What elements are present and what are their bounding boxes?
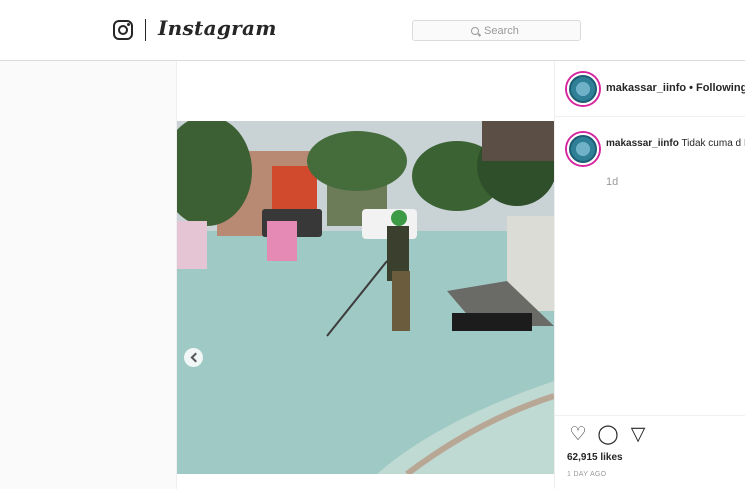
logo-divider (145, 19, 146, 41)
search-icon (471, 27, 479, 35)
search-input[interactable]: Search (412, 20, 581, 41)
instagram-wordmark[interactable]: Instagram (158, 16, 277, 40)
post-header: makassar_iinfo • Following (555, 61, 745, 117)
post-sidebar: makassar_iinfo • Following makassar_iinfo … (554, 61, 745, 489)
comment-icon[interactable]: ◯ (597, 424, 619, 446)
likes-count[interactable]: 62,915 likes (567, 452, 623, 463)
post-card: makassar_iinfo • Following makassar_iinfo … (176, 61, 745, 489)
post-photo[interactable] (177, 121, 554, 474)
username-link[interactable]: makassar_iinfo (606, 82, 686, 94)
share-icon[interactable]: ▽ (627, 424, 649, 446)
following-button[interactable]: Following (696, 82, 745, 94)
caption-timestamp[interactable]: 1d (606, 176, 618, 188)
heart-icon[interactable]: ♡ (567, 424, 589, 446)
chevron-left-icon[interactable] (184, 348, 203, 367)
top-navbar: Instagram Search (0, 0, 745, 61)
instagram-camera-icon[interactable] (113, 20, 133, 40)
caption-body: Tidak cuma d Indonesiapun bisa 😜 (681, 138, 745, 149)
caption-comment: makassar_iinfo Tidak cuma d Indonesiapun… (555, 117, 745, 197)
posted-timestamp[interactable]: 1 DAY AGO (567, 471, 606, 478)
flood-street-photo (177, 121, 554, 474)
caption-username-link[interactable]: makassar_iinfo (606, 138, 679, 149)
separator-dot: • (689, 82, 693, 94)
post-actions: ♡ ◯ ▽ 62,915 likes 1 DAY AGO (555, 415, 745, 489)
avatar[interactable] (567, 133, 599, 165)
post-header-text: makassar_iinfo • Following (606, 82, 745, 94)
caption-text: makassar_iinfo Tidak cuma d Indonesiapun… (606, 137, 745, 150)
search-placeholder: Search (484, 25, 519, 37)
avatar[interactable] (567, 73, 599, 105)
